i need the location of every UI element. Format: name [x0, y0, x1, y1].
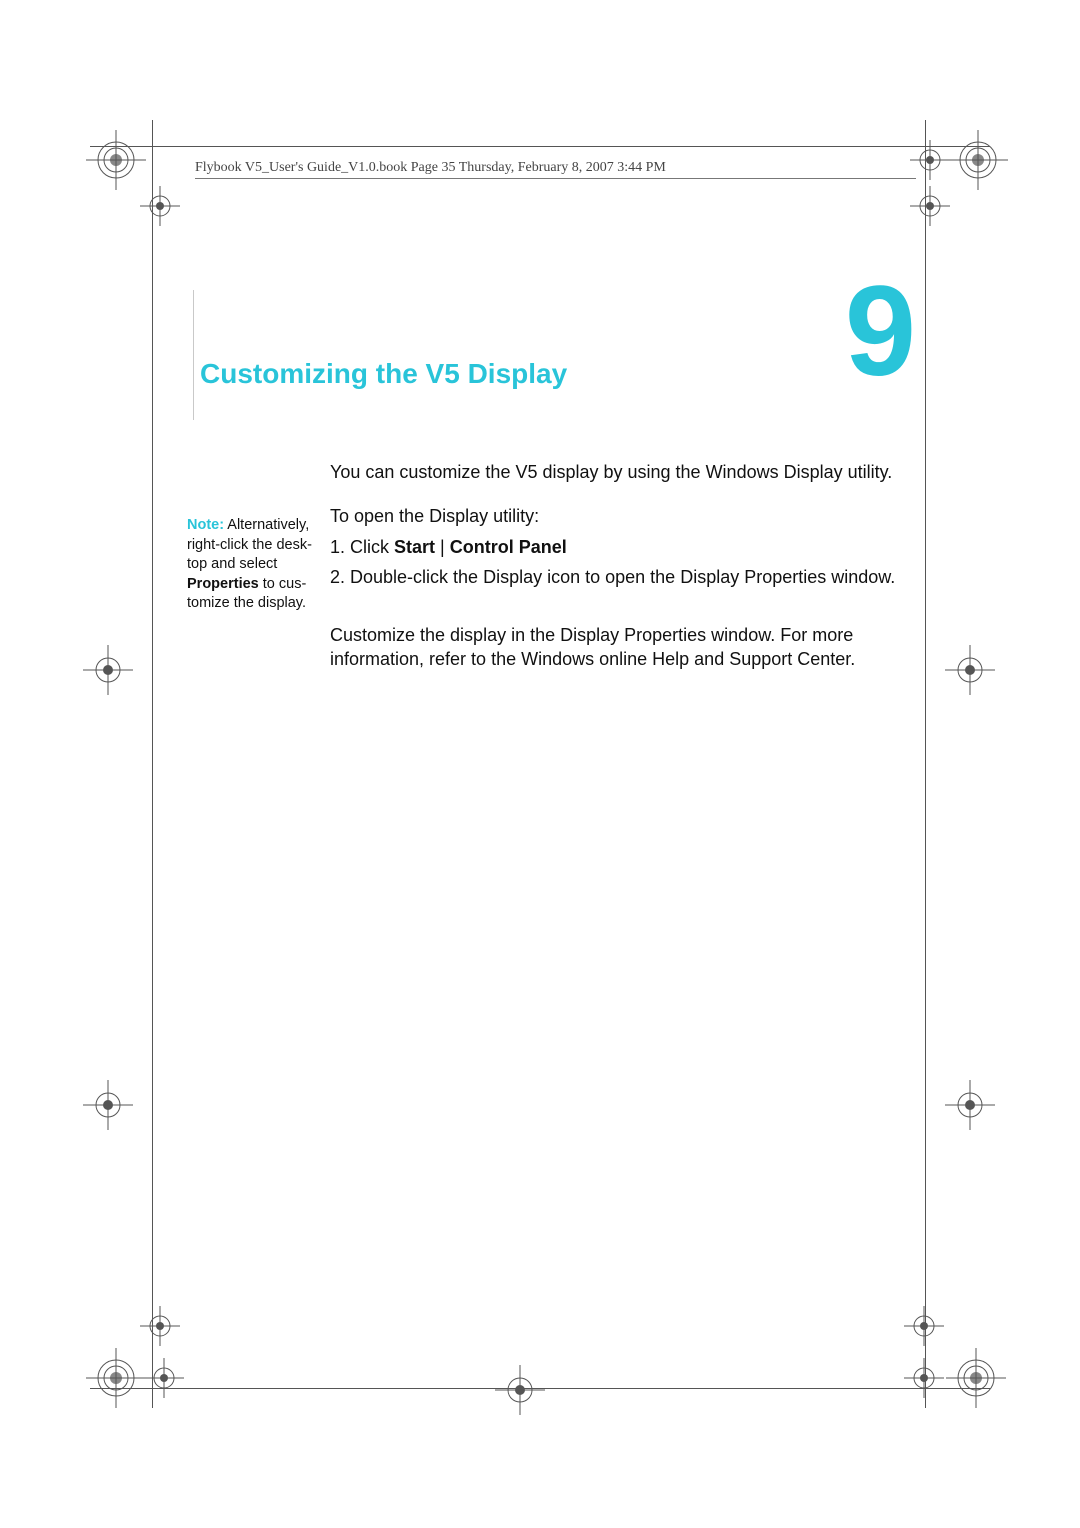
- header-rule: [195, 178, 916, 179]
- running-head: Flybook V5_User's Guide_V1.0.book Page 3…: [195, 160, 666, 176]
- more-info-paragraph: Customize the display in the Display Pro…: [330, 623, 920, 672]
- registration-mark-bottom-center: [490, 1360, 550, 1420]
- crop-top-line: [90, 146, 990, 147]
- margin-note-label: Note:: [187, 517, 224, 533]
- step-1: 1. Click Start | Control Panel: [330, 535, 920, 559]
- registration-mark-top-right: [890, 120, 1010, 230]
- crop-right-line: [925, 120, 926, 1408]
- step-2: 2. Double-click the Display icon to open…: [330, 565, 920, 589]
- open-paragraph: To open the Display utility:: [330, 504, 920, 528]
- step-1-start: Start: [394, 537, 435, 557]
- margin-note-bold: Properties: [187, 576, 259, 592]
- registration-mark-top-left: [78, 120, 188, 230]
- chapter-title-left-rule: [193, 290, 194, 420]
- crop-left-line: [152, 120, 153, 1408]
- registration-mark-mid-right: [940, 640, 1000, 700]
- body-text: You can customize the V5 display by usin…: [330, 460, 920, 678]
- registration-mark-lower-right: [940, 1075, 1000, 1135]
- registration-mark-mid-left: [78, 640, 138, 700]
- chapter-title: Customizing the V5 Display: [200, 358, 567, 390]
- registration-mark-lower-left: [78, 1075, 138, 1135]
- intro-paragraph: You can customize the V5 display by usin…: [330, 460, 920, 484]
- step-1-separator: |: [435, 537, 450, 557]
- margin-note: Note: Alternatively, right-click the des…: [187, 516, 319, 614]
- registration-mark-bottom-left: [78, 1300, 198, 1420]
- registration-mark-bottom-right: [880, 1300, 1010, 1420]
- step-1-prefix: 1. Click: [330, 537, 394, 557]
- step-1-control-panel: Control Panel: [450, 537, 567, 557]
- chapter-number: 9: [845, 268, 916, 396]
